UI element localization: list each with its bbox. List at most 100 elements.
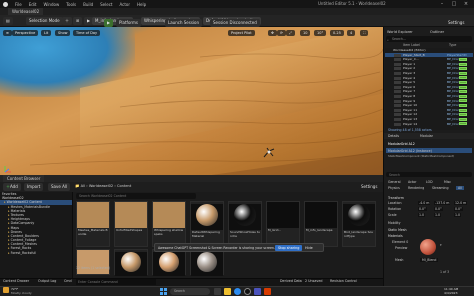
- tree-list[interactable]: ▸ Worldeasel02 Content ▸ Meshes_Materials…: [0, 200, 72, 255]
- play-button[interactable]: ▶: [104, 19, 114, 27]
- tab-outliner[interactable]: Outliner: [430, 29, 444, 35]
- task-view-icon[interactable]: [214, 288, 221, 295]
- outliner-header-label[interactable]: Item Label: [403, 43, 420, 47]
- outliner-list[interactable]: Worldeasel02 (Editor) Player_Start_B Playe…: [385, 48, 473, 130]
- details-search-input[interactable]: Search: [386, 172, 472, 177]
- static-mesh-section[interactable]: Static Mesh: [388, 228, 407, 232]
- asset-grid[interactable]: Meshes_Materials Bundle UnfulfilledShapes…: [76, 201, 382, 276]
- filter-all[interactable]: All: [456, 186, 464, 190]
- location-y[interactable]: -137.0 m: [434, 201, 451, 205]
- breadcrumb-content[interactable]: Content: [117, 184, 131, 188]
- project-pilot-button[interactable]: Project Pilot: [228, 30, 255, 36]
- windows-start-icon[interactable]: [160, 288, 167, 295]
- clock-date[interactable]: 4/4/2023: [444, 291, 457, 295]
- camera-speed-value[interactable]: 4: [347, 30, 356, 36]
- cb-settings-button[interactable]: Settings: [358, 183, 380, 191]
- material-dropdown-icon[interactable]: ▾: [440, 243, 442, 247]
- breadcrumb-project[interactable]: Worldeasel02: [89, 184, 113, 188]
- blueprint-button[interactable]: ⊞: [73, 17, 83, 25]
- derived-data-button[interactable]: Derived Data: [280, 279, 302, 283]
- level-viewport[interactable]: ≡ Perspective Lit Show Time of Day Proje…: [0, 27, 383, 175]
- transform-section-label[interactable]: Transform: [388, 196, 404, 200]
- unreal-app-icon[interactable]: [244, 288, 251, 295]
- menu-build[interactable]: Build: [83, 2, 93, 7]
- asset-search-input[interactable]: Search Worldeasel02 Content: [76, 193, 196, 199]
- details-instance-row[interactable]: ModularGrid A12 (Instance): [386, 148, 472, 153]
- rotation-z[interactable]: 0.0°: [454, 207, 463, 211]
- tab-level[interactable]: Worldeasel02: [8, 8, 44, 15]
- office-icon[interactable]: [264, 288, 271, 295]
- asset-tile[interactable]: [76, 249, 110, 275]
- selection-mode-dropdown[interactable]: Selection Mode: [26, 17, 63, 25]
- tree-folder[interactable]: ▸ Forest_Rocksfull: [0, 251, 72, 255]
- drone-actor[interactable]: [262, 147, 276, 159]
- visibility-eye-icon[interactable]: [394, 122, 401, 126]
- asset-tile[interactable]: Bnd_landscape SoundType: [342, 201, 376, 247]
- console-input[interactable]: Enter Console Command: [76, 279, 156, 285]
- save-icon[interactable]: ▤: [3, 17, 13, 25]
- filter-streaming[interactable]: Streaming: [432, 186, 448, 190]
- maximize-viewport-icon[interactable]: ⛶: [360, 30, 369, 36]
- visibility-eye-icon[interactable]: [394, 67, 401, 71]
- asset-tile[interactable]: M_Grid...: [266, 201, 300, 247]
- asset-tile[interactable]: SoundShowHoles tundra: [228, 201, 262, 247]
- scale-x[interactable]: 1.0: [418, 213, 426, 217]
- filter-actor[interactable]: Actor: [408, 180, 416, 184]
- tab-details[interactable]: Details: [388, 134, 399, 138]
- viewport-menu-button[interactable]: ≡: [3, 30, 12, 36]
- visibility-eye-icon[interactable]: [394, 90, 401, 94]
- breadcrumb-all[interactable]: All: [81, 184, 85, 188]
- visibility-eye-icon[interactable]: [394, 108, 401, 112]
- taskbar-search-input[interactable]: Search: [170, 288, 210, 295]
- perspective-button[interactable]: Perspective: [12, 30, 39, 36]
- grid-snap-value[interactable]: 10: [300, 30, 311, 36]
- time-of-day-button[interactable]: Time of Day: [73, 30, 101, 36]
- visibility-eye-icon[interactable]: [394, 81, 401, 85]
- visibility-eye-icon[interactable]: [394, 85, 401, 89]
- filter-misc[interactable]: Misc: [444, 180, 451, 184]
- location-z[interactable]: 12.0 m: [454, 201, 468, 205]
- settings-button[interactable]: Settings: [445, 19, 467, 27]
- hide-button[interactable]: Hide: [305, 246, 313, 250]
- location-x[interactable]: -4.0 m: [418, 201, 431, 205]
- transform-rotate-icon[interactable]: ⟳: [277, 30, 286, 36]
- outliner-search-input[interactable]: Search...: [386, 36, 472, 42]
- browser-icon[interactable]: [234, 288, 241, 295]
- outliner-header-type[interactable]: Type: [449, 43, 456, 47]
- content-drawer-button[interactable]: Content Drawer: [3, 279, 29, 283]
- menu-window[interactable]: Window: [43, 2, 59, 7]
- asset-tile[interactable]: [114, 249, 148, 276]
- menu-tools[interactable]: Tools: [66, 2, 76, 7]
- asset-tile[interactable]: Meshes_Materials Bundle: [76, 201, 110, 247]
- menu-select[interactable]: Select: [100, 2, 112, 7]
- import-button[interactable]: Import: [24, 183, 44, 191]
- menu-actor[interactable]: Actor: [119, 2, 130, 7]
- asset-tile[interactable]: M_info_landscape: [304, 201, 338, 247]
- minimize-icon[interactable]: –: [436, 0, 448, 8]
- asset-tile[interactable]: [190, 249, 224, 276]
- teams-icon[interactable]: [254, 288, 261, 295]
- visibility-eye-icon[interactable]: [394, 113, 401, 117]
- filter-lod[interactable]: LOD: [426, 180, 433, 184]
- visibility-eye-icon[interactable]: [394, 104, 401, 108]
- asset-tile[interactable]: Whispering shallowspeks: [152, 201, 186, 247]
- save-all-button[interactable]: Save All: [48, 183, 71, 191]
- scale-snap-value[interactable]: 0.25: [330, 30, 344, 36]
- tab-modular[interactable]: Modular: [420, 134, 433, 138]
- visibility-eye-icon[interactable]: [394, 58, 401, 62]
- menu-help[interactable]: Help: [137, 2, 146, 7]
- materials-section[interactable]: Materials: [388, 234, 403, 238]
- visibility-eye-icon[interactable]: [394, 99, 401, 103]
- material-name-field[interactable]: MI_Blend: [420, 258, 439, 262]
- weather-icon[interactable]: [3, 287, 9, 293]
- filter-general[interactable]: General: [388, 180, 401, 184]
- details-component[interactable]: StaticMeshComponent (StaticMeshComponent…: [388, 154, 454, 158]
- tab-content-browser[interactable]: Content Browser: [3, 175, 45, 182]
- visibility-eye-icon[interactable]: [394, 117, 401, 121]
- add-button[interactable]: ＋Add: [3, 183, 21, 191]
- unsaved-button[interactable]: 2 Unsaved: [305, 279, 322, 283]
- tab-world-explorer[interactable]: World Explorer: [387, 29, 413, 35]
- details-pagination[interactable]: 1 of 3: [440, 270, 449, 274]
- material-preview-sphere[interactable]: [420, 239, 436, 255]
- platforms-button[interactable]: Platforms: [116, 19, 141, 27]
